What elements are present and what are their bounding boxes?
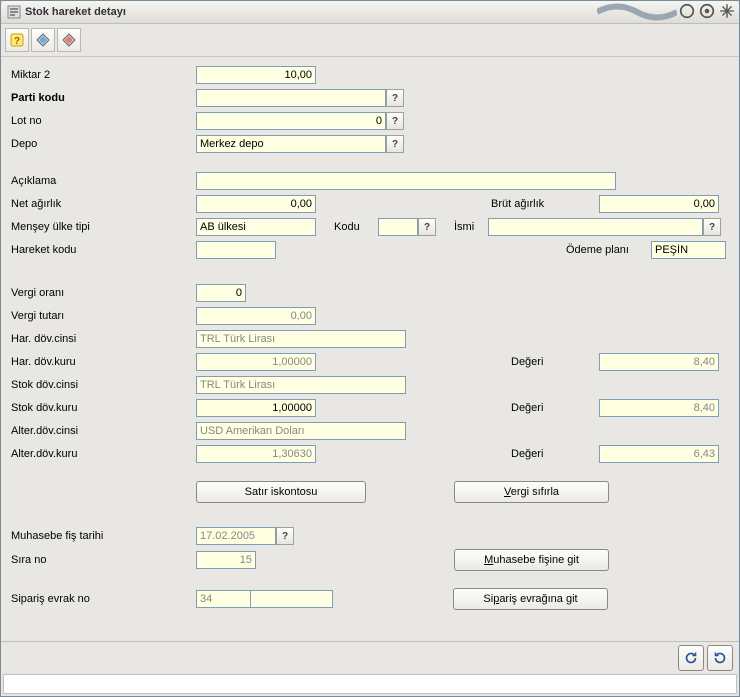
label-aciklama: Açıklama: [11, 175, 196, 187]
label-net-agirlik: Net ağırlık: [11, 198, 196, 210]
depo-lookup-button[interactable]: ?: [386, 135, 404, 153]
label-parti-kodu: Parti kodu: [11, 92, 196, 104]
parti-kodu-lookup-button[interactable]: ?: [386, 89, 404, 107]
statusbar: [3, 674, 737, 694]
label-depo: Depo: [11, 138, 196, 150]
label-ismi: İsmi: [454, 221, 482, 233]
label-kodu: Kodu: [334, 221, 372, 233]
depo-input[interactable]: [196, 135, 386, 153]
aciklama-input[interactable]: [196, 172, 616, 190]
vergi-orani-input[interactable]: [196, 284, 246, 302]
alter-degeri-output: [599, 445, 719, 463]
label-stok-dov-kuru: Stok döv.kuru: [11, 402, 196, 414]
stok-degeri-output: [599, 399, 719, 417]
siparis-evrak-no-prefix-output: [196, 590, 251, 608]
label-stok-degeri: Değeri: [511, 402, 599, 414]
har-dov-kuru-output: [196, 353, 316, 371]
lot-no-lookup-button[interactable]: ?: [386, 112, 404, 130]
lot-no-input[interactable]: [196, 112, 386, 130]
maximize-button[interactable]: [699, 3, 715, 19]
titlebar-curve: [597, 1, 677, 23]
refresh-button[interactable]: [678, 645, 704, 671]
titlebar-buttons: [679, 3, 735, 19]
toolbar: ?: [1, 24, 739, 57]
bottombar: [1, 641, 739, 674]
titlebar-left: Stok hareket detayı: [7, 5, 126, 19]
muhasebe-fis-tarihi-output: [196, 527, 276, 545]
net-agirlik-input[interactable]: [196, 195, 316, 213]
label-vergi-tutari: Vergi tutarı: [11, 310, 196, 322]
ismi-lookup-button[interactable]: ?: [703, 218, 721, 236]
label-brut-agirlik: Brüt ağırlık: [491, 198, 599, 210]
svg-text:?: ?: [14, 36, 20, 47]
label-lot-no: Lot no: [11, 115, 196, 127]
brut-agirlik-input[interactable]: [599, 195, 719, 213]
label-har-dov-cinsi: Har. döv.cinsi: [11, 333, 196, 345]
undo-button[interactable]: [707, 645, 733, 671]
odeme-plani-input[interactable]: [651, 241, 726, 259]
label-har-degeri: Değeri: [511, 356, 599, 368]
ismi-input[interactable]: [488, 218, 703, 236]
miktar2-input[interactable]: [196, 66, 316, 84]
action-2-toolbar-button[interactable]: [57, 28, 81, 52]
muhasebe-fisine-git-button[interactable]: Muhasebe fişine git: [454, 549, 609, 571]
muhasebe-fis-tarihi-lookup-button[interactable]: ?: [276, 527, 294, 545]
action-1-toolbar-button[interactable]: [31, 28, 55, 52]
label-alter-dov-kuru: Alter.döv.kuru: [11, 448, 196, 460]
label-siparis-evrak-no: Sipariş evrak no: [11, 593, 196, 605]
siparis-evragina-git-button[interactable]: Sipariş evrağına git: [453, 588, 608, 610]
label-odeme-plani: Ödeme planı: [566, 244, 651, 256]
stok-dov-cinsi-output: [196, 376, 406, 394]
sira-no-output: [196, 551, 256, 569]
close-button[interactable]: [719, 3, 735, 19]
label-alter-dov-cinsi: Alter.döv.cinsi: [11, 425, 196, 437]
label-vergi-orani: Vergi oranı: [11, 287, 196, 299]
label-hareket-kodu: Hareket kodu: [11, 244, 196, 256]
mensey-ulke-tipi-input[interactable]: [196, 218, 316, 236]
vergi-tutari-output: [196, 307, 316, 325]
label-mensey-ulke-tipi: Menşey ülke tipi: [11, 221, 196, 233]
titlebar: Stok hareket detayı: [1, 1, 739, 24]
minimize-button[interactable]: [679, 3, 695, 19]
label-alter-degeri: Değeri: [511, 448, 599, 460]
window: Stok hareket detayı ?: [0, 0, 740, 697]
label-miktar2: Miktar 2: [11, 69, 196, 81]
hareket-kodu-input[interactable]: [196, 241, 276, 259]
siparis-evrak-no-output: [251, 590, 333, 608]
app-icon: [7, 5, 21, 19]
help-toolbar-button[interactable]: ?: [5, 28, 29, 52]
har-dov-cinsi-output: [196, 330, 406, 348]
content: Miktar 2 Parti kodu ? Lot no ? Depo ? Aç…: [1, 57, 739, 641]
label-stok-dov-cinsi: Stok döv.cinsi: [11, 379, 196, 391]
stok-dov-kuru-input[interactable]: [196, 399, 316, 417]
window-title: Stok hareket detayı: [25, 6, 126, 18]
alter-dov-kuru-output: [196, 445, 316, 463]
label-har-dov-kuru: Har. döv.kuru: [11, 356, 196, 368]
parti-kodu-input[interactable]: [196, 89, 386, 107]
vergi-sifirla-button[interactable]: Vergi sıfırla: [454, 481, 609, 503]
label-sira-no: Sıra no: [11, 554, 196, 566]
har-degeri-output: [599, 353, 719, 371]
satir-iskontosu-button[interactable]: Satır iskontosu: [196, 481, 366, 503]
alter-dov-cinsi-output: [196, 422, 406, 440]
kodu-lookup-button[interactable]: ?: [418, 218, 436, 236]
label-muhasebe-fis-tarihi: Muhasebe fiş tarihi: [11, 530, 196, 542]
kodu-input[interactable]: [378, 218, 418, 236]
